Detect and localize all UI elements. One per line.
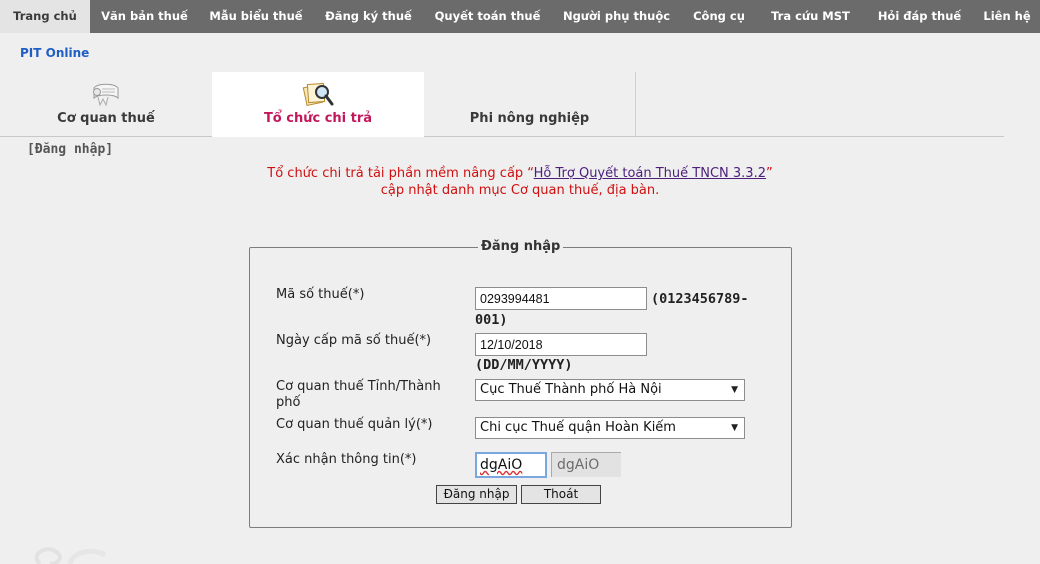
issue-date-label: Ngày cấp mã số thuế(*) — [276, 333, 432, 348]
managing-tax-office-label: Cơ quan thuế quản lý(*) — [276, 417, 433, 432]
upgrade-notice: Tổ chức chi trả tải phần mềm nâng cấp “H… — [0, 166, 1040, 181]
tab-label: Phi nông nghiệp — [469, 111, 590, 126]
nav-item-home[interactable]: Trang chủ — [0, 0, 90, 33]
top-navigation: Trang chủ Văn bản thuế Mẫu biểu thuế Đăn… — [0, 0, 1040, 33]
province-tax-office-label: Cơ quan thuế Tỉnh/Thành phố — [276, 379, 441, 410]
issue-date-input[interactable] — [475, 333, 647, 356]
magnifier-documents-icon — [302, 82, 334, 107]
nav-item-tax-forms[interactable]: Mẫu biểu thuế — [199, 0, 313, 33]
nav-item-tax-qa[interactable]: Hỏi đáp thuế — [865, 0, 974, 33]
dropdown-arrow-icon: ▼ — [731, 423, 738, 433]
date-format-hint: (DD/MM/YYYY) — [475, 357, 573, 373]
nav-item-tools[interactable]: Công cụ — [682, 0, 756, 33]
managing-tax-office-select[interactable]: Chi cục Thuế quận Hoàn Kiếm ▼ — [475, 417, 745, 439]
province-tax-office-select[interactable]: Cục Thuế Thành phố Hà Nội ▼ — [475, 379, 745, 401]
exit-button[interactable]: Thoát — [521, 485, 601, 504]
dropdown-arrow-icon: ▼ — [731, 385, 738, 395]
brand-link[interactable]: PIT Online — [20, 46, 89, 60]
captcha-label: Xác nhận thông tin(*) — [276, 452, 417, 467]
tax-code-format-hint: (0123456789-001) — [475, 291, 749, 328]
breadcrumb: [Đăng nhập] — [27, 142, 114, 157]
captcha-input-text: dgAiO — [480, 457, 523, 473]
decorative-swirl — [34, 547, 107, 564]
notice-line2: cập nhật danh mục Cơ quan thuế, địa bàn. — [380, 183, 660, 198]
category-tabs: Cơ quan thuế Tổ chức chi trả Phi nông ng… — [0, 72, 1004, 137]
province-selected-value: Cục Thuế Thành phố Hà Nội — [480, 382, 662, 397]
nav-item-tax-finalization[interactable]: Quyết toán thuế — [424, 0, 551, 33]
login-legend: Đăng nhập — [478, 239, 564, 254]
nav-item-contact[interactable]: Liên hệ — [974, 0, 1040, 33]
tab-non-agricultural[interactable]: Phi nông nghiệp — [424, 72, 636, 136]
tax-code-label: Mã số thuế(*) — [276, 287, 365, 302]
nav-item-tax-documents[interactable]: Văn bản thuế — [90, 0, 199, 33]
captcha-input[interactable]: dgAiO — [475, 452, 547, 478]
tab-label: Tổ chức chi trả — [263, 111, 373, 126]
notice-prefix: Tổ chức chi trả tải phần mềm nâng cấp “ — [267, 166, 534, 181]
tab-paying-organization[interactable]: Tổ chức chi trả — [212, 72, 425, 137]
nav-item-tax-code-lookup[interactable]: Tra cứu MST — [756, 0, 865, 33]
software-download-link[interactable]: Hỗ Trợ Quyết toán Thuế TNCN 3.3.2 — [534, 166, 766, 181]
captcha-image: dgAiO — [551, 452, 621, 477]
nav-item-dependents[interactable]: Người phụ thuộc — [551, 0, 682, 33]
notice-suffix: ” — [765, 166, 773, 181]
login-button[interactable]: Đăng nhập — [436, 485, 517, 504]
office-selected-value: Chi cục Thuế quận Hoàn Kiếm — [480, 420, 676, 435]
tab-tax-authority[interactable]: Cơ quan thuế — [0, 72, 213, 136]
nav-item-tax-registration[interactable]: Đăng ký thuế — [313, 0, 424, 33]
tab-label: Cơ quan thuế — [57, 111, 155, 126]
certificate-scroll-icon — [93, 83, 119, 107]
